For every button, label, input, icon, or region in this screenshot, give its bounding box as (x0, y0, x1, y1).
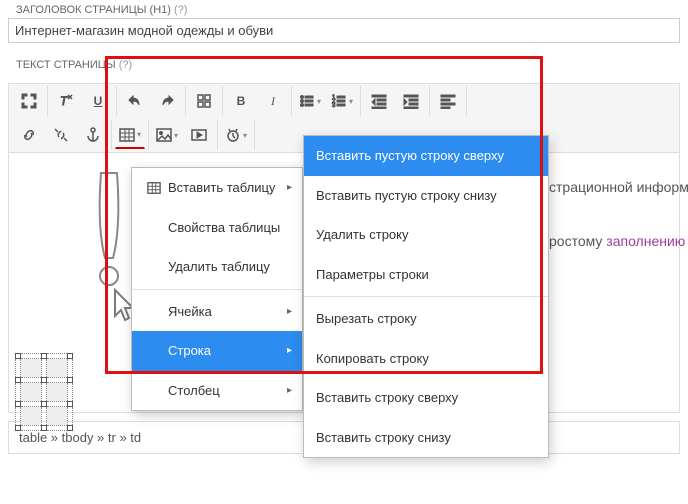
menu-row-properties[interactable]: Параметры строки (304, 255, 548, 295)
row-submenu: Вставить пустую строку сверху Вставить п… (303, 135, 549, 458)
body-field-label: ТЕКСТ СТРАНИЦЫ (?) (8, 55, 680, 73)
menu-separator (132, 289, 302, 290)
anchor-button[interactable] (78, 121, 108, 149)
fullscreen-button[interactable] (14, 87, 44, 115)
menu-item-label: Вставить строку сверху (316, 388, 458, 408)
menu-delete-table[interactable]: Удалить таблицу (132, 247, 302, 287)
italic-button[interactable]: I (258, 87, 288, 115)
outdent-button[interactable] (364, 87, 394, 115)
menu-item-label: Вставить строку снизу (316, 428, 451, 448)
menu-item-label: Ячейка (168, 302, 212, 322)
menu-item-label: Вырезать строку (316, 309, 417, 329)
menu-delete-row[interactable]: Удалить строку (304, 215, 548, 255)
menu-insert-empty-row-below[interactable]: Вставить пустую строку снизу (304, 176, 548, 216)
exclamation-image (89, 168, 129, 294)
menu-separator (304, 296, 548, 297)
title-field-label: ЗАГОЛОВОК СТРАНИЦЫ (H1) (?) (8, 0, 680, 18)
help-icon[interactable]: (?) (119, 59, 132, 71)
svg-text:T: T (60, 94, 69, 108)
menu-column[interactable]: Столбец (132, 371, 302, 411)
indent-button[interactable] (396, 87, 426, 115)
menu-insert-table[interactable]: Вставить таблицу (132, 168, 302, 208)
wysiwyg-editor: T U B I 123 (8, 83, 680, 413)
page-title-input[interactable] (8, 18, 680, 43)
menu-row[interactable]: Строка (132, 331, 302, 371)
body-link[interactable]: заполнению анк (606, 233, 688, 249)
toolbar-row-1: T U B I 123 (8, 83, 680, 118)
link-button[interactable] (14, 121, 44, 149)
editor-content-area[interactable]: страционной информаци им контеном. росто… (8, 153, 680, 413)
menu-copy-row[interactable]: Копировать строку (304, 339, 548, 379)
table-placeholder[interactable] (15, 353, 73, 431)
body-text-fragment: страционной информаци (549, 177, 688, 198)
clear-format-button[interactable]: T (51, 87, 81, 115)
menu-item-label: Копировать строку (316, 349, 429, 369)
menu-item-label: Вставить таблицу (168, 178, 275, 198)
menu-item-label: Столбец (168, 381, 220, 401)
body-text-fragment: ростому заполнению анк (549, 231, 688, 252)
media-button[interactable] (184, 121, 214, 149)
menu-item-label: Вставить пустую строку снизу (316, 186, 497, 206)
bold-button[interactable]: B (226, 87, 256, 115)
menu-insert-row-below[interactable]: Вставить строку снизу (304, 418, 548, 458)
menu-item-label: Вставить пустую строку сверху (316, 146, 504, 166)
image-button[interactable] (152, 121, 182, 149)
menu-insert-empty-row-above[interactable]: Вставить пустую строку сверху (304, 136, 548, 176)
redo-button[interactable] (152, 87, 182, 115)
table-button[interactable] (115, 121, 145, 149)
datetime-button[interactable] (221, 121, 251, 149)
undo-button[interactable] (120, 87, 150, 115)
help-icon[interactable]: (?) (174, 4, 187, 16)
align-left-button[interactable] (433, 87, 463, 115)
menu-insert-row-above[interactable]: Вставить строку сверху (304, 378, 548, 418)
menu-item-label: Свойства таблицы (168, 218, 280, 238)
unlink-button[interactable] (46, 121, 76, 149)
table-context-menu: Вставить таблицу Свойства таблицы Удалит… (131, 167, 303, 411)
table-icon (144, 181, 164, 195)
menu-item-label: Параметры строки (316, 265, 429, 285)
menu-item-label: Удалить таблицу (168, 257, 270, 277)
menu-item-label: Удалить строку (316, 225, 409, 245)
menu-cell[interactable]: Ячейка (132, 292, 302, 332)
menu-cut-row[interactable]: Вырезать строку (304, 299, 548, 339)
menu-table-properties[interactable]: Свойства таблицы (132, 208, 302, 248)
menu-item-label: Строка (168, 341, 211, 361)
find-button[interactable] (189, 87, 219, 115)
svg-text:3: 3 (332, 103, 336, 109)
bullet-list-button[interactable] (295, 87, 325, 115)
numbered-list-button[interactable]: 123 (327, 87, 357, 115)
underline-button[interactable]: U (83, 87, 113, 115)
